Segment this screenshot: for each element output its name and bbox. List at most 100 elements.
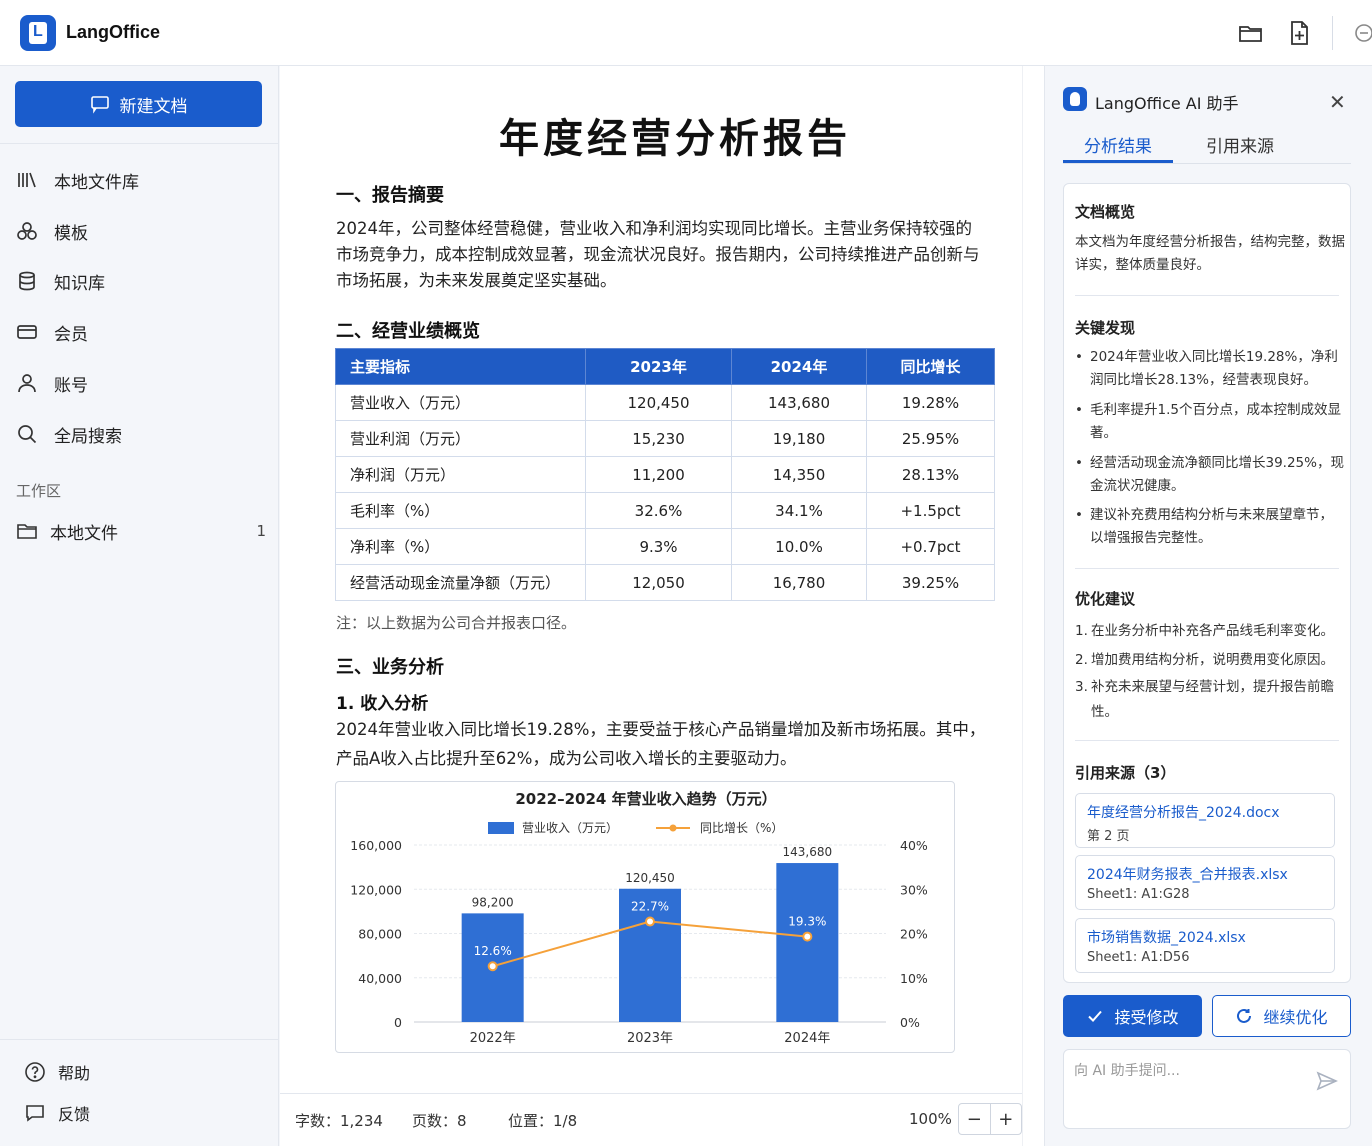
table-row: 营业收入（万元） 120,450 143,680 19.28% bbox=[335, 384, 995, 421]
summary-paragraph[interactable]: 2024年，公司整体经营稳健，营业收入和净利润均实现同比增长。主营业务保持较强的… bbox=[336, 216, 986, 294]
table-cell[interactable]: 营业收入（万元） bbox=[335, 384, 586, 421]
kpi-table[interactable]: 主要指标 2023年 2024年 同比增长 营业收入（万元） 120,450 143… bbox=[335, 348, 995, 601]
workspace-item-local-files[interactable]: 本地文件 1 bbox=[16, 513, 266, 549]
table-header-cell: 主要指标 bbox=[335, 348, 586, 385]
legend-line-label: 同比增长（%） bbox=[700, 821, 783, 835]
table-header-cell: 2023年 bbox=[585, 348, 732, 385]
ai-question-box[interactable] bbox=[1063, 1049, 1351, 1129]
table-cell[interactable]: +1.5pct bbox=[866, 492, 995, 529]
table-header-cell: 同比增长 bbox=[866, 348, 995, 385]
database-icon bbox=[19, 271, 35, 291]
table-cell[interactable]: 28.13% bbox=[866, 456, 995, 493]
table-cell[interactable]: 12,050 bbox=[585, 564, 732, 601]
revenue-paragraph[interactable]: 2024年营业收入同比增长19.28%，主要受益于核心产品销量增加及新市场拓展。… bbox=[336, 715, 986, 773]
ai-question-input[interactable] bbox=[1074, 1060, 1304, 1082]
zoom-out-button[interactable]: − bbox=[959, 1104, 991, 1134]
feedback-link[interactable]: 反馈 bbox=[24, 1101, 90, 1125]
source-item[interactable]: 2024年财务报表_合并报表.xlsx Sheet1: A1:G28 bbox=[1075, 855, 1335, 910]
source-item[interactable]: 市场销售数据_2024.xlsx Sheet1: A1:D56 bbox=[1075, 918, 1335, 973]
new-file-icon[interactable] bbox=[1285, 19, 1313, 47]
feedback-label: 反馈 bbox=[58, 1105, 91, 1124]
table-cell[interactable]: 32.6% bbox=[585, 492, 732, 529]
tab-analysis[interactable]: 分析结果 bbox=[1084, 132, 1152, 157]
sidebar-item-label: 会员 bbox=[54, 324, 88, 345]
workspace-item-label: 本地文件 bbox=[50, 523, 118, 544]
chart-title: 2022–2024 年营业收入趋势（万元） bbox=[515, 790, 776, 808]
x-tick-label: 2024年 bbox=[784, 1031, 830, 1046]
table-cell[interactable]: 净利率（%） bbox=[335, 528, 586, 565]
overview-text: 本文档为年度经营分析报告，结构完整，数据详实，整体质量良好。 bbox=[1075, 234, 1345, 273]
table-cell[interactable]: 经营活动现金流量净额（万元） bbox=[335, 564, 586, 601]
more-icon[interactable] bbox=[1350, 19, 1372, 47]
new-document-button[interactable]: 新建文档 bbox=[15, 81, 262, 127]
document-scrollbar[interactable] bbox=[1022, 66, 1044, 1146]
sidebar-item-search[interactable]: 全局搜索 bbox=[16, 416, 266, 452]
chart-bar bbox=[776, 863, 839, 1022]
section-heading-business[interactable]: 三、业务分析 bbox=[336, 653, 444, 679]
y2-tick-label: 20% bbox=[900, 927, 928, 942]
table-cell[interactable]: 14,350 bbox=[731, 456, 867, 493]
growth-point bbox=[645, 916, 655, 927]
table-cell[interactable]: 19,180 bbox=[731, 420, 867, 457]
y2-tick-label: 40% bbox=[900, 838, 928, 853]
table-cell[interactable]: 10.0% bbox=[731, 528, 867, 565]
revenue-chart-svg: 2022–2024 年营业收入趋势（万元） 营业收入（万元） 同比增长（%） 0 0% 4… bbox=[350, 790, 928, 1046]
sidebar-item-templates[interactable]: 模板 bbox=[16, 213, 266, 249]
y-tick-label: 160,000 bbox=[350, 838, 402, 853]
table-note[interactable]: 注：以上数据为公司合并报表口径。 bbox=[336, 612, 576, 633]
app-logo bbox=[20, 15, 56, 51]
table-cell[interactable]: 毛利率（%） bbox=[335, 492, 586, 529]
x-tick-label: 2023年 bbox=[627, 1031, 673, 1046]
section-heading-performance[interactable]: 二、经营业绩概览 bbox=[336, 317, 480, 343]
ai-panel-title: LangOffice AI 助手 bbox=[1095, 94, 1239, 113]
table-row: 净利率（%） 9.3% 10.0% +0.7pct bbox=[335, 528, 995, 565]
sidebar-item-library[interactable]: 本地文件库 bbox=[16, 162, 266, 198]
section-heading-summary[interactable]: 一、报告摘要 bbox=[336, 181, 444, 207]
source-file-name[interactable]: 市场销售数据_2024.xlsx bbox=[1087, 927, 1246, 947]
table-cell[interactable]: 15,230 bbox=[585, 420, 732, 457]
sidebar-item-knowledge[interactable]: 知识库 bbox=[16, 263, 266, 299]
open-folder-icon[interactable] bbox=[1237, 19, 1265, 47]
continue-optimize-button[interactable]: 继续优化 bbox=[1212, 995, 1351, 1037]
table-cell[interactable]: 11,200 bbox=[585, 456, 732, 493]
table-cell[interactable]: 9.3% bbox=[585, 528, 732, 565]
source-file-name[interactable]: 年度经营分析报告_2024.docx bbox=[1087, 802, 1280, 822]
source-file-name[interactable]: 2024年财务报表_合并报表.xlsx bbox=[1087, 864, 1288, 884]
card-divider bbox=[1075, 568, 1339, 569]
table-cell[interactable]: +0.7pct bbox=[866, 528, 995, 565]
table-cell[interactable]: 净利润（万元） bbox=[335, 456, 586, 493]
table-cell[interactable]: 143,680 bbox=[731, 384, 867, 421]
table-cell[interactable]: 120,450 bbox=[585, 384, 732, 421]
table-cell[interactable]: 营业利润（万元） bbox=[335, 420, 586, 457]
source-item[interactable]: 年度经营分析报告_2024.docx 第 2 页 bbox=[1075, 793, 1335, 848]
sidebar-item-label: 全局搜索 bbox=[54, 426, 122, 447]
table-row: 毛利率（%） 32.6% 34.1% +1.5pct bbox=[335, 492, 995, 529]
continue-label: 继续优化 bbox=[1263, 1008, 1328, 1027]
chat-doc-icon bbox=[90, 96, 109, 114]
table-cell[interactable]: 16,780 bbox=[731, 564, 867, 601]
finding-item: 毛利率提升1.5个百分点，成本控制成效显著。 bbox=[1075, 399, 1345, 445]
source-location: 第 2 页 bbox=[1087, 829, 1130, 844]
table-row: 净利润（万元） 11,200 14,350 28.13% bbox=[335, 456, 995, 493]
revenue-chart[interactable]: 2022–2024 年营业收入趋势（万元） 营业收入（万元） 同比增长（%） 0 0% 4… bbox=[335, 781, 955, 1053]
growth-point bbox=[802, 931, 813, 942]
table-cell[interactable]: 39.25% bbox=[866, 564, 995, 601]
y-tick-label: 120,000 bbox=[350, 882, 402, 897]
table-cell[interactable]: 19.28% bbox=[866, 384, 995, 421]
cursor-position: 位置：1/8 bbox=[508, 1112, 578, 1130]
document-title[interactable]: 年度经营分析报告 bbox=[280, 106, 1070, 164]
analysis-card: 文档概览 本文档为年度经营分析报告，结构完整，数据详实，整体质量良好。 关键发现… bbox=[1063, 183, 1351, 983]
send-icon[interactable] bbox=[1316, 1070, 1338, 1092]
new-document-label: 新建文档 bbox=[119, 96, 188, 117]
sidebar-item-membership[interactable]: 会员 bbox=[16, 314, 266, 350]
subsection-heading-revenue[interactable]: 1. 收入分析 bbox=[336, 689, 428, 714]
tab-sources[interactable]: 引用来源 bbox=[1206, 132, 1274, 157]
legend-bar-swatch bbox=[488, 822, 514, 834]
table-cell[interactable]: 25.95% bbox=[866, 420, 995, 457]
accept-changes-button[interactable]: 接受修改 bbox=[1063, 995, 1202, 1037]
sidebar-item-account[interactable]: 账号 bbox=[16, 365, 266, 401]
table-cell[interactable]: 34.1% bbox=[731, 492, 867, 529]
help-link[interactable]: 帮助 bbox=[24, 1060, 90, 1084]
close-icon[interactable]: ✕ bbox=[1329, 90, 1346, 114]
zoom-in-button[interactable]: + bbox=[991, 1104, 1022, 1134]
